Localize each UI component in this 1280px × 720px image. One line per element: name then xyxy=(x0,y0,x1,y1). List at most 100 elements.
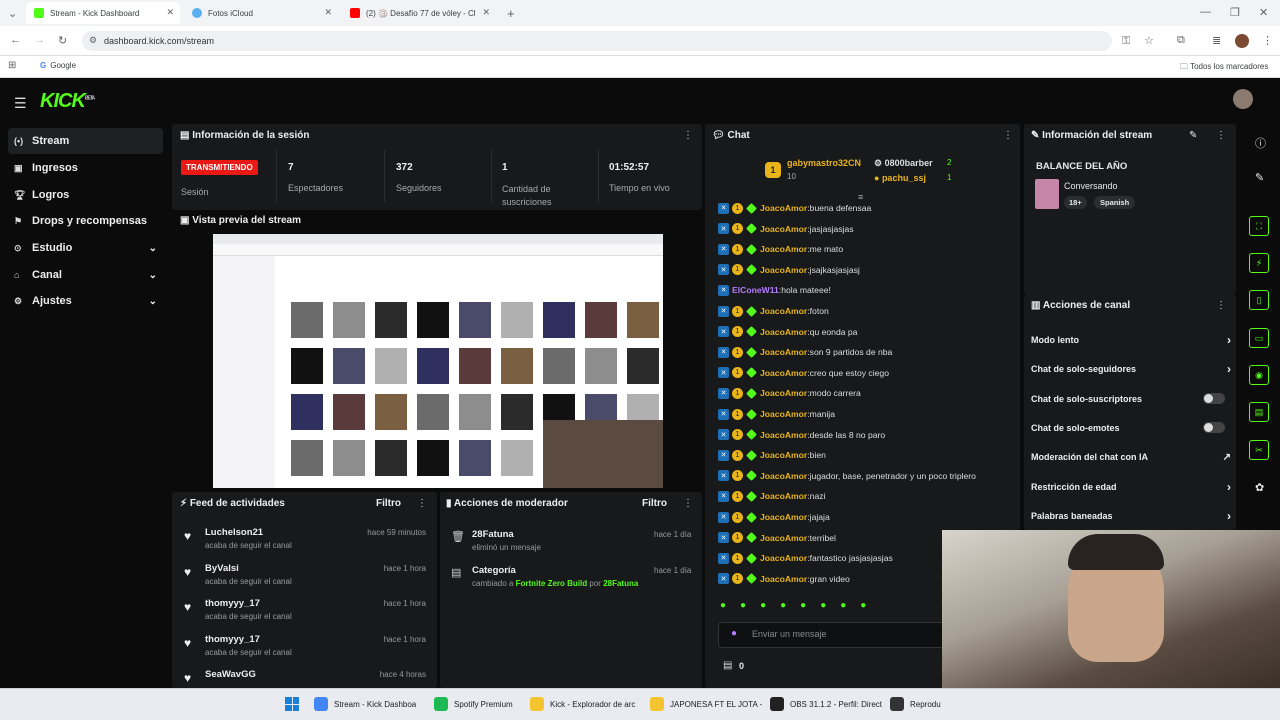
rail-expand-icon[interactable]: ⛶ xyxy=(1249,216,1269,236)
kick-logo[interactable]: KICKBETA xyxy=(40,90,95,113)
chat-username[interactable]: JoacoAmor xyxy=(760,574,807,584)
chat-username[interactable]: JoacoAmor xyxy=(760,491,807,501)
actions-menu-icon[interactable]: ⋮ xyxy=(1216,300,1226,311)
reload-icon[interactable]: ↻ xyxy=(58,34,67,47)
feed-menu-icon[interactable]: ⋮ xyxy=(417,498,427,509)
feed-item-name[interactable]: Luchelson21 xyxy=(205,527,263,538)
pencil-icon[interactable]: ✎ xyxy=(1255,171,1264,184)
taskbar-item[interactable]: JAPONESA FT EL JOTA - xyxy=(650,694,762,714)
action-toggle[interactable] xyxy=(1203,422,1225,434)
palette-icon[interactable]: ✿ xyxy=(1255,481,1264,494)
chat-username[interactable]: JoacoAmor xyxy=(760,450,807,460)
channel-action-4[interactable]: Chat de solo-emotes xyxy=(1031,418,1231,438)
mod-menu-icon[interactable]: ⋮ xyxy=(683,498,693,509)
close-icon[interactable]: ✕ xyxy=(324,7,332,18)
points-icon[interactable]: ▤ xyxy=(723,660,732,671)
rail-list-icon[interactable]: ▤ xyxy=(1249,402,1269,422)
chat-username[interactable]: JoacoAmor xyxy=(760,347,807,357)
tab-stream[interactable]: Stream - Kick Dashboard ✕ xyxy=(26,2,180,24)
rail-chat-icon[interactable]: ▭ xyxy=(1249,328,1269,348)
hamburger-menu-icon[interactable]: ☰ xyxy=(14,95,27,112)
close-icon[interactable]: ✕ xyxy=(482,7,490,18)
taskbar-item[interactable]: Kick - Explorador de arc xyxy=(530,694,635,714)
rail-broadcast-icon[interactable]: ◉ xyxy=(1249,365,1269,385)
info-circle-icon[interactable]: ⓘ xyxy=(1255,135,1266,151)
chat-username[interactable]: JoacoAmor xyxy=(760,327,807,337)
close-icon[interactable]: ✕ xyxy=(166,7,174,18)
chat-username[interactable]: JoacoAmor xyxy=(760,306,807,316)
taskbar-item[interactable]: OBS 31.1.2 - Perfil: Direct xyxy=(770,694,882,714)
top-gifter-name[interactable]: gabymastro32CN xyxy=(787,158,861,168)
sidebar-item-canal[interactable]: ⌂ Canal ⌄ xyxy=(8,262,163,288)
windows-start-icon[interactable] xyxy=(285,697,299,711)
channel-action-1[interactable]: Modo lento › xyxy=(1031,330,1231,350)
forward-icon[interactable]: → xyxy=(34,34,45,46)
emote-row-icon[interactable]: ●●●●●●●● xyxy=(720,600,942,614)
sidebar-item-stream[interactable]: (•) Stream xyxy=(8,128,163,154)
chat-username[interactable]: JoacoAmor xyxy=(760,388,807,398)
all-bookmarks[interactable]: 🗀 Todos los marcadores xyxy=(1180,61,1268,75)
chat-username[interactable]: ElConeW11 xyxy=(732,285,779,295)
sidebar-item-drops[interactable]: ⚑ Drops y recompensas xyxy=(8,208,163,234)
taskbar-item[interactable]: Reprodu xyxy=(890,694,941,714)
rail-card-icon[interactable]: ▯ xyxy=(1249,290,1269,310)
menu-kebab-icon[interactable]: ⋮ xyxy=(1262,34,1273,47)
taskbar-item[interactable]: Stream - Kick Dashboa xyxy=(314,694,416,714)
channel-action-6[interactable]: Restricción de edad › xyxy=(1031,477,1231,497)
tab-youtube[interactable]: (2) 🏐 Desafío 77 de vóley - Cl ✕ xyxy=(342,2,496,24)
chat-username[interactable]: JoacoAmor xyxy=(760,409,807,419)
bookmark-star-icon[interactable]: ☆ xyxy=(1144,34,1154,47)
bookmark-google[interactable]: G Google xyxy=(40,61,76,70)
chat-username[interactable]: JoacoAmor xyxy=(760,265,807,275)
password-key-icon[interactable]: ⚿ xyxy=(1122,35,1130,48)
mic-icon[interactable]: ● xyxy=(731,628,737,639)
rail-tool-icon[interactable]: ✂ xyxy=(1249,440,1269,460)
taskbar-item[interactable]: Spotify Premium xyxy=(434,694,513,714)
chat-menu-icon[interactable]: ⋮ xyxy=(1003,130,1013,141)
feed-item-name[interactable]: thomyyy_17 xyxy=(205,634,260,645)
sidebar-item-ingresos[interactable]: ▣ Ingresos xyxy=(8,155,163,181)
window-close-icon[interactable]: ✕ xyxy=(1259,6,1268,19)
channel-action-7[interactable]: Palabras baneadas › xyxy=(1031,506,1231,526)
feed-item-name[interactable]: thomyyy_17 xyxy=(205,598,260,609)
chat-username[interactable]: JoacoAmor xyxy=(760,203,807,213)
chat-username[interactable]: JoacoAmor xyxy=(760,471,807,481)
user-avatar[interactable] xyxy=(1233,89,1253,109)
gifter-3-name[interactable]: ● pachu_ssj xyxy=(874,173,926,183)
feed-item-name[interactable]: SeaWavGG xyxy=(205,669,256,680)
chat-username[interactable]: JoacoAmor xyxy=(760,512,807,522)
rail-bolt-icon[interactable]: ⚡︎ xyxy=(1249,253,1269,273)
site-info-icon[interactable]: ⚙ xyxy=(89,35,97,46)
category-name[interactable]: Conversando xyxy=(1064,181,1118,191)
feed-filter-button[interactable]: Filtro xyxy=(376,498,401,509)
chat-username[interactable]: JoacoAmor xyxy=(760,430,807,440)
tab-icloud[interactable]: Fotos iCloud ✕ xyxy=(184,2,338,24)
extensions-icon[interactable]: ⧉ xyxy=(1177,34,1185,47)
chat-username[interactable]: JoacoAmor xyxy=(760,244,807,254)
sidebar-item-logros[interactable]: 🏆︎ Logros xyxy=(8,182,163,208)
channel-action-3[interactable]: Chat de solo-suscriptores xyxy=(1031,389,1231,409)
stream-preview-video[interactable] xyxy=(213,234,663,488)
chat-username[interactable]: JoacoAmor xyxy=(760,368,807,378)
sidebar-item-estudio[interactable]: ⊙ Estudio ⌄ xyxy=(8,235,163,261)
maximize-icon[interactable]: ❐ xyxy=(1230,6,1240,19)
mod-sub-game[interactable]: Fortnite Zero Build xyxy=(516,579,588,588)
edit-icon[interactable]: ✎ xyxy=(1189,130,1197,141)
mod-sub-user[interactable]: 28Fatuna xyxy=(603,579,638,588)
mod-filter-button[interactable]: Filtro xyxy=(642,498,667,509)
channel-action-5[interactable]: Moderación del chat con IA ↗ xyxy=(1031,447,1231,467)
mod-item-name[interactable]: 28Fatuna xyxy=(472,529,514,540)
sidebar-item-ajustes[interactable]: ⚙ Ajustes ⌄ xyxy=(8,288,163,314)
url-input[interactable]: dashboard.kick.com/stream xyxy=(82,31,1112,51)
back-icon[interactable]: ← xyxy=(10,34,21,46)
gifter-2-name[interactable]: ⚙ 0800barber xyxy=(874,158,933,169)
stream-info-menu-icon[interactable]: ⋮ xyxy=(1216,130,1226,141)
chat-input[interactable]: Enviar un mensaje xyxy=(752,629,827,639)
profile-avatar[interactable] xyxy=(1235,34,1249,48)
feed-item-name[interactable]: ByValsi xyxy=(205,563,239,574)
action-toggle[interactable] xyxy=(1203,393,1225,405)
session-menu-icon[interactable]: ⋮ xyxy=(683,130,693,141)
new-tab-icon[interactable]: + xyxy=(507,6,515,21)
tab-list-icon[interactable]: ⌄ xyxy=(8,7,17,20)
chat-username[interactable]: JoacoAmor xyxy=(760,224,807,234)
